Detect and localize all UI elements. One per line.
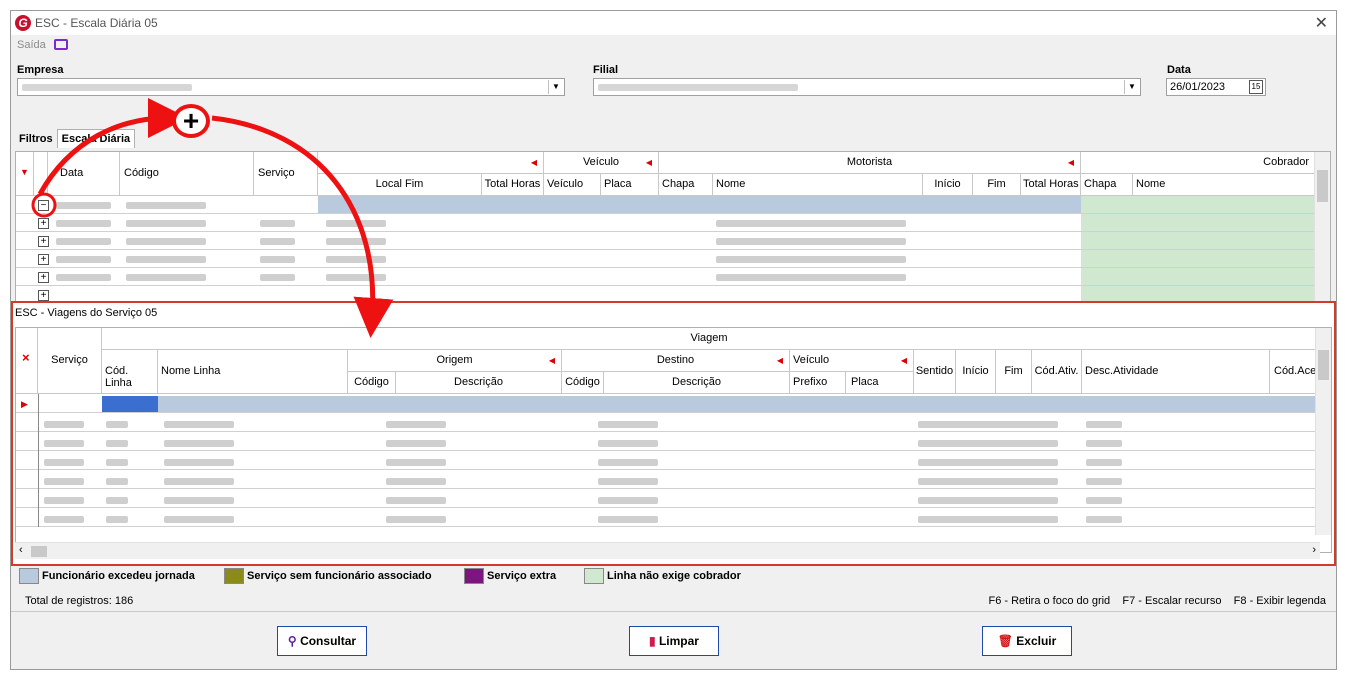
record-count: Total de registros: 186 xyxy=(25,595,134,607)
subwindow-title: ESC - Viagens do Serviço 05 xyxy=(15,307,158,319)
col-inicio[interactable]: Início xyxy=(923,174,973,196)
delete-icon: × xyxy=(22,350,30,365)
col-desc-atividade[interactable]: Desc.Atividade xyxy=(1082,350,1270,394)
sort-indicator: ▼ xyxy=(16,152,34,196)
col-chapa[interactable]: Chapa xyxy=(659,174,713,196)
col-nome-linha[interactable]: Nome Linha xyxy=(158,350,348,394)
col-veiculo[interactable]: Veículo xyxy=(544,174,601,196)
data-input[interactable]: 26/01/2023 15 xyxy=(1166,78,1266,96)
col-codigo[interactable]: Código xyxy=(120,152,254,196)
col-inicio[interactable]: Início xyxy=(956,350,996,394)
legend-swatch xyxy=(19,568,39,584)
consultar-button[interactable]: ⚲ Consultar xyxy=(277,626,367,656)
table-row[interactable] xyxy=(16,214,1316,232)
group-veiculo: Veículo ◀ xyxy=(544,152,659,174)
expand-icon[interactable]: + xyxy=(38,236,49,247)
col-origem-descricao[interactable]: Descrição xyxy=(396,372,562,394)
vertical-scrollbar[interactable] xyxy=(1314,152,1330,305)
col-cobrador-chapa[interactable]: Chapa xyxy=(1081,174,1133,196)
app-logo-icon: G xyxy=(15,15,31,31)
shortcut-hints: F6 - Retira o foco do grid F7 - Escalar … xyxy=(988,595,1327,607)
legend-item: Linha não exige cobrador xyxy=(584,568,741,586)
monitor-icon[interactable] xyxy=(54,39,68,50)
calendar-icon[interactable]: 15 xyxy=(1249,80,1263,94)
legend-swatch xyxy=(464,568,484,584)
legend-item: Serviço sem funcionário associado xyxy=(224,568,432,586)
col-cod-ativ[interactable]: Cód.Ativ. xyxy=(1032,350,1082,394)
col-total-horas-2[interactable]: Total Horas xyxy=(1021,174,1081,196)
trash-icon: 🗑 xyxy=(997,634,1013,648)
col-servico[interactable]: Serviço xyxy=(38,328,102,394)
limpar-button[interactable]: ▮ Limpar xyxy=(629,626,719,656)
delete-header[interactable]: × xyxy=(16,328,38,394)
col-nome[interactable]: Nome xyxy=(713,174,923,196)
group-veiculo: Veículo ◀ xyxy=(790,350,914,372)
window-title: ESC - Escala Diária 05 xyxy=(35,16,158,30)
legend-swatch xyxy=(584,568,604,584)
col-destino-descricao[interactable]: Descrição xyxy=(604,372,790,394)
table-row[interactable] xyxy=(16,232,1316,250)
legend-item: Funcionário excedeu jornada xyxy=(19,568,195,586)
title-bar: G ESC - Escala Diária 05 ✕ xyxy=(11,11,1336,35)
table-row[interactable] xyxy=(16,268,1316,286)
col-servico[interactable]: Serviço xyxy=(254,152,318,196)
legend-item: Serviço extra xyxy=(464,568,556,586)
col-placa[interactable]: Placa xyxy=(601,174,659,196)
group-cobrador: Cobrador xyxy=(1081,152,1316,174)
viagens-grid[interactable]: × Serviço Viagem Cód. Linha Nome Linha O… xyxy=(15,327,1332,553)
main-window: G ESC - Escala Diária 05 ✕ Saída Empresa… xyxy=(10,10,1337,670)
col-destino-codigo[interactable]: Código xyxy=(562,372,604,394)
plus-annotation-icon: + xyxy=(172,104,210,138)
data-label: Data xyxy=(1167,64,1191,76)
escala-grid[interactable]: ▼ Data Código Serviço ◀ Veículo ◀ Motoris… xyxy=(15,151,1331,306)
col-origem-codigo[interactable]: Código xyxy=(348,372,396,394)
col-placa[interactable]: Placa xyxy=(846,372,914,394)
excluir-button[interactable]: 🗑 Excluir xyxy=(982,626,1072,656)
col-cod-aces[interactable]: Cód.Aces xyxy=(1270,350,1322,394)
tab-escala-diaria[interactable]: Escala Diária xyxy=(56,129,136,148)
filial-label: Filial xyxy=(593,64,619,76)
col-fim[interactable]: Fim xyxy=(973,174,1021,196)
scroll-left-icon[interactable]: ‹ xyxy=(19,544,23,556)
col-total-horas[interactable]: Total Horas xyxy=(482,174,544,196)
chevron-down-icon[interactable]: ▼ xyxy=(1124,80,1139,94)
expand-icon[interactable]: + xyxy=(38,254,49,265)
tab-bar: Filtros Escala Diária xyxy=(15,129,136,149)
col-local-fim[interactable]: Local Fim xyxy=(318,174,482,196)
chevron-down-icon[interactable]: ▼ xyxy=(548,80,563,94)
col-data[interactable]: Data xyxy=(48,152,120,196)
tab-filtros[interactable]: Filtros xyxy=(15,130,57,148)
col-cod-linha[interactable]: Cód. Linha xyxy=(102,350,158,394)
col-cobrador-nome[interactable]: Nome xyxy=(1133,174,1316,196)
col-sentido[interactable]: Sentido xyxy=(914,350,956,394)
eraser-icon: ▮ xyxy=(649,634,656,648)
col-prefixo[interactable]: Prefixo xyxy=(790,372,846,394)
expand-icon[interactable]: + xyxy=(38,272,49,283)
data-value: 26/01/2023 xyxy=(1170,81,1226,93)
close-button[interactable]: ✕ xyxy=(1315,13,1328,33)
group-viagem: Viagem xyxy=(102,328,1317,350)
legend-swatch xyxy=(224,568,244,584)
search-icon: ⚲ xyxy=(287,634,297,648)
table-row[interactable] xyxy=(16,394,1317,413)
group-motorista: Motorista ◀ xyxy=(659,152,1081,174)
group-origem: Origem ◀ xyxy=(348,350,562,372)
collapse-icon[interactable]: − xyxy=(38,200,49,211)
col-fim[interactable]: Fim xyxy=(996,350,1032,394)
empresa-label: Empresa xyxy=(17,64,64,76)
group-destino: Destino ◀ xyxy=(562,350,790,372)
expand-icon[interactable]: + xyxy=(38,218,49,229)
saida-link[interactable]: Saída xyxy=(17,39,46,51)
horizontal-scrollbar[interactable]: ‹ › xyxy=(15,542,1320,559)
expand-icon[interactable]: + xyxy=(38,290,49,301)
scroll-right-icon[interactable]: › xyxy=(1312,544,1316,556)
table-row[interactable] xyxy=(16,250,1316,268)
vertical-scrollbar[interactable] xyxy=(1315,328,1331,535)
viagens-subwindow: ESC - Viagens do Serviço 05 × Serviço Vi… xyxy=(11,301,1336,566)
expand-header xyxy=(34,152,48,196)
empresa-select[interactable]: ▼ xyxy=(17,78,565,96)
group-blank: ◀ xyxy=(318,152,544,174)
filial-select[interactable]: ▼ xyxy=(593,78,1141,96)
table-row[interactable] xyxy=(16,196,1316,214)
